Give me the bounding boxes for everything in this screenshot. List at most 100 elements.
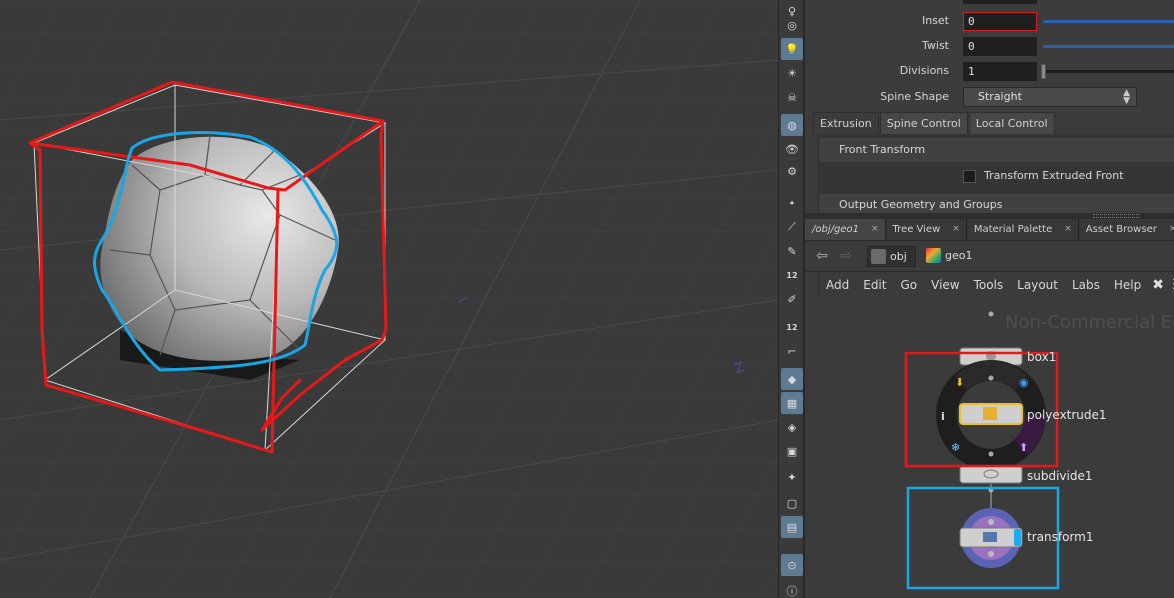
- hidden-field[interactable]: [963, 0, 1037, 4]
- menu-add[interactable]: Add: [819, 272, 856, 298]
- point-icon[interactable]: •: [781, 192, 803, 214]
- template-icon[interactable]: ◆: [781, 368, 803, 390]
- spine-shape-value: Straight: [978, 90, 1022, 103]
- param-row-spine: Spine Shape Straight ▲ ▼: [805, 86, 1174, 108]
- menu-go[interactable]: Go: [893, 272, 924, 298]
- divisions-slider[interactable]: [1043, 70, 1174, 73]
- menu-help[interactable]: Help: [1107, 272, 1148, 298]
- breadcrumb-geo[interactable]: geo1: [923, 246, 980, 267]
- tab-spine-control[interactable]: Spine Control: [879, 112, 968, 134]
- bypass-flag-icon[interactable]: ⬇: [955, 376, 964, 389]
- back-arrow-icon[interactable]: ⇦: [813, 247, 831, 265]
- network-editor[interactable]: Non-Commercial Ed ⬇ ◉ i ❄ ⬆ box1 polyext…: [805, 298, 1174, 598]
- menu-labs[interactable]: Labs: [1065, 272, 1107, 298]
- tab-material-palette[interactable]: Material Palette ×: [966, 219, 1079, 240]
- template-flag-icon[interactable]: ⬆: [1019, 441, 1028, 454]
- node-transform1[interactable]: [959, 508, 1023, 568]
- viewport-scene: Z: [0, 0, 778, 598]
- front-transform-folder[interactable]: Front Transform: [819, 138, 1174, 162]
- inset-slider[interactable]: [1043, 20, 1174, 23]
- param-row-inset: Inset 0: [805, 10, 1174, 32]
- breadcrumb-obj-label: obj: [890, 250, 907, 263]
- twist-label: Twist: [922, 39, 949, 52]
- houdini-window: Z ♀ ◎ 💡 ☀ ☠ ◍ 👁 ⚙ • ⟋ ✎ 12 ✐ 12 ⌐ ◆ ▦ ◈ …: [0, 0, 1174, 598]
- wrench-icon[interactable]: ✖: [1148, 277, 1168, 293]
- shading-icon[interactable]: ◍: [781, 114, 803, 136]
- prim-numbers-icon[interactable]: 12: [781, 316, 803, 338]
- ghost-icon[interactable]: ◎: [781, 14, 803, 36]
- breadcrumb-obj[interactable]: obj: [867, 246, 916, 267]
- path-bar: ⇦ ⇨ obj geo1: [805, 241, 1174, 272]
- skull-icon[interactable]: ☠: [781, 86, 803, 108]
- tab-tree-view-label: Tree View: [892, 224, 941, 235]
- close-icon[interactable]: ×: [1064, 219, 1072, 240]
- twist-field[interactable]: 0: [963, 37, 1037, 56]
- node-info-icon[interactable]: i: [941, 410, 945, 423]
- freeze-flag-icon[interactable]: ❄: [951, 441, 960, 454]
- obj-network-icon: [871, 249, 886, 264]
- scene-viewport[interactable]: Z: [0, 0, 778, 598]
- info-icon[interactable]: ⓘ: [781, 580, 803, 598]
- close-icon[interactable]: ×: [871, 219, 879, 240]
- tab-asset-browser-label: Asset Browser: [1085, 224, 1157, 235]
- visibility-icon[interactable]: 👁: [781, 138, 803, 160]
- network-tab-bar: /obj/geo1 × Tree View × Material Palette × …: [805, 219, 1174, 241]
- frame-icon[interactable]: ▢: [781, 492, 803, 514]
- node-polyextrude1-label: polyextrude1: [1027, 408, 1107, 422]
- parameter-editor: Inset 0 Twist 0 Divisions 1 Spine Shape …: [805, 0, 1174, 213]
- tab-obj-geo1-label: /obj/geo1: [812, 224, 859, 235]
- transform-icon: [983, 532, 997, 542]
- breadcrumb-geo-label: geo1: [945, 249, 973, 262]
- tab-body: Front Transform Transform Extruded Front…: [817, 134, 1174, 213]
- divisions-field[interactable]: 1: [963, 62, 1037, 81]
- right-pane: Inset 0 Twist 0 Divisions 1 Spine Shape …: [805, 0, 1174, 598]
- tab-obj-geo1[interactable]: /obj/geo1 ×: [805, 219, 886, 240]
- geo-object-icon: [926, 248, 941, 263]
- close-icon[interactable]: ×: [952, 219, 960, 240]
- twist-slider[interactable]: [1043, 45, 1174, 48]
- background-image-icon[interactable]: ▤: [781, 516, 803, 538]
- checker-icon[interactable]: ▦: [781, 392, 803, 414]
- list-icon[interactable]: ☰: [1168, 277, 1174, 293]
- forward-arrow-icon[interactable]: ⇨: [837, 247, 855, 265]
- node-graph: ⬇ ◉ i ❄ ⬆: [904, 311, 1060, 590]
- menu-view[interactable]: View: [924, 272, 966, 298]
- transform-front-label: Transform Extruded Front: [984, 169, 1124, 182]
- tab-local-control[interactable]: Local Control: [968, 112, 1055, 134]
- shadow-light-icon[interactable]: ☀: [781, 62, 803, 84]
- menu-edit[interactable]: Edit: [856, 272, 893, 298]
- close-icon[interactable]: ×: [1169, 219, 1174, 240]
- display-flag-icon[interactable]: ◉: [1019, 376, 1029, 389]
- node-box1[interactable]: [959, 311, 1023, 366]
- output-geometry-folder[interactable]: Output Geometry and Groups: [819, 194, 1174, 213]
- param-row-twist: Twist 0: [805, 35, 1174, 57]
- polyextrude-icon: [983, 407, 997, 420]
- point-numbers-icon[interactable]: 12: [781, 264, 803, 286]
- inset-label: Inset: [921, 14, 949, 27]
- map-icon[interactable]: ▣: [781, 440, 803, 462]
- spine-shape-label: Spine Shape: [880, 90, 949, 103]
- transform-front-checkbox[interactable]: [963, 169, 976, 183]
- pin-icon[interactable]: ⊙: [781, 554, 803, 576]
- inset-field[interactable]: 0: [963, 12, 1037, 31]
- transform-front-row[interactable]: Transform Extruded Front: [963, 168, 1124, 184]
- layers-icon[interactable]: ◈: [781, 416, 803, 438]
- light-bulb-icon[interactable]: 💡: [781, 38, 803, 60]
- menu-tools[interactable]: Tools: [967, 272, 1011, 298]
- corner-icon[interactable]: ⌐: [781, 340, 803, 362]
- brush-icon[interactable]: ✐: [781, 288, 803, 310]
- node-subdivide1-label: subdivide1: [1027, 469, 1093, 483]
- updown-arrows-icon: ▲ ▼: [1123, 88, 1130, 106]
- edge-icon[interactable]: ⟋: [781, 216, 803, 238]
- snap-icon[interactable]: ✦: [781, 466, 803, 488]
- display-options-icon[interactable]: ⚙: [781, 160, 803, 182]
- param-row-divisions: Divisions 1: [805, 60, 1174, 82]
- divisions-label: Divisions: [899, 64, 949, 77]
- tab-asset-browser[interactable]: Asset Browser ×: [1078, 219, 1174, 240]
- menu-layout[interactable]: Layout: [1010, 272, 1065, 298]
- pen-icon[interactable]: ✎: [781, 240, 803, 262]
- tab-tree-view[interactable]: Tree View ×: [885, 219, 967, 240]
- spine-shape-select[interactable]: Straight ▲ ▼: [963, 87, 1137, 107]
- divisions-slider-handle[interactable]: [1041, 64, 1046, 79]
- tab-extrusion[interactable]: Extrusion: [813, 112, 879, 134]
